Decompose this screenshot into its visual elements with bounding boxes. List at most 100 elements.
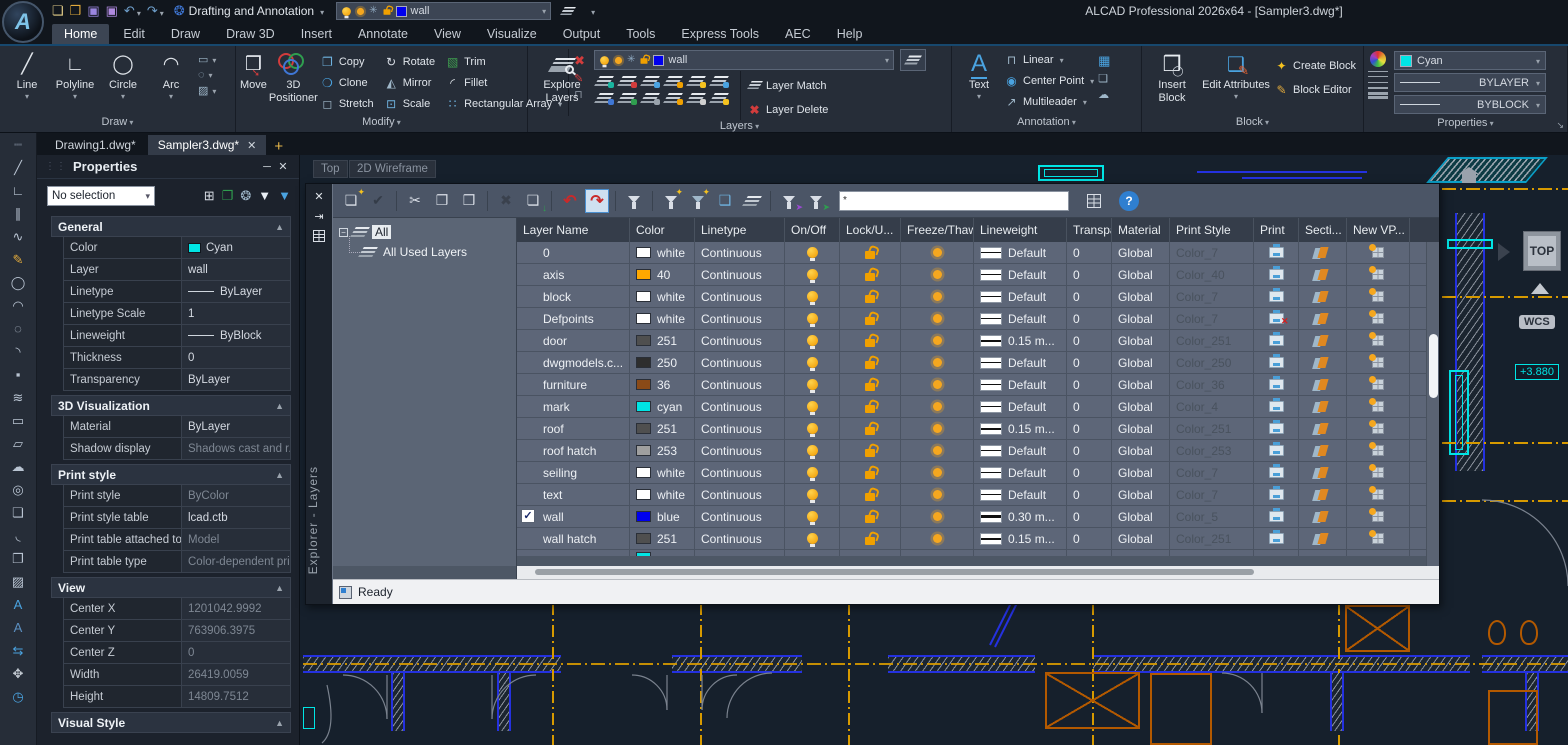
lock-cell[interactable] [840,374,901,395]
layer-row[interactable]: door251Continuous0.15 m...0GlobalColor_2… [517,330,1439,352]
new-drawing-icon[interactable]: ❏ [52,3,64,19]
property-value[interactable]: ByLayer [182,416,290,437]
column-header[interactable]: Print [1254,218,1299,242]
collapse-icon[interactable]: − [339,228,348,237]
scale-button[interactable]: ⊡Scale [384,93,435,114]
freeze-cell[interactable] [901,264,974,285]
lock-cell[interactable] [840,286,901,307]
save-icon[interactable]: ▣ [87,3,99,19]
tree-toggle-icon[interactable] [310,228,328,244]
column-header[interactable]: Freeze/Thaw [901,218,974,242]
layers-panel-label[interactable]: Layers [528,120,951,132]
section-cell[interactable] [1299,396,1347,417]
rectangle-tool-icon[interactable]: ▭ [198,53,216,66]
paste-button[interactable]: ❒ [457,189,481,213]
layer-row[interactable]: textwhiteContinuousDefault0GlobalColor_7 [517,484,1439,506]
close-icon[interactable]: ✕ [275,160,291,173]
property-value[interactable]: Color-dependent pri... [182,551,290,572]
new-viewport-cell[interactable] [1347,418,1410,439]
lock-cell[interactable] [840,330,901,351]
layer-row[interactable]: blockwhiteContinuousDefault0GlobalColor_… [517,286,1439,308]
multileader-button[interactable]: ↗Multileader [1004,91,1094,112]
property-value[interactable]: wall [182,259,290,280]
layer-color-cell[interactable]: 40 [630,264,695,285]
filter-selection-icon[interactable]: ▼ [278,188,291,204]
minimize-icon[interactable]: ─ [259,161,275,173]
lineweight-cell[interactable]: Default [974,308,1067,329]
on-off-cell[interactable] [785,374,840,395]
freeze-cell[interactable] [901,506,974,527]
layer-search-input[interactable] [839,191,1069,211]
freehand-icon[interactable]: ✎ [5,250,31,269]
freeze-cell[interactable] [901,286,974,307]
donut-icon[interactable]: ◎ [5,480,31,499]
column-header[interactable]: Lock/U... [840,218,901,242]
property-value[interactable]: 0 [182,642,290,663]
block-editor-button[interactable]: ✎Block Editor [1274,79,1356,100]
on-off-cell[interactable] [785,352,840,373]
freeze-cell[interactable] [901,418,974,439]
layer-row[interactable]: markcyanContinuousDefault0GlobalColor_4 [517,396,1439,418]
lock-cell[interactable] [840,352,901,373]
doc-tab[interactable]: Sampler3.dwg*✕ [148,135,267,155]
freeze-cell[interactable] [901,440,974,461]
circle-button[interactable]: ◯Circle▾ [100,49,146,116]
property-value[interactable]: ByLayer [182,369,290,390]
layer-color-cell[interactable]: white [630,308,695,329]
menu-tab-output[interactable]: Output [551,24,613,44]
arc-button[interactable]: ◠Arc▾ [148,49,194,116]
new-viewport-cell[interactable] [1347,440,1410,461]
nav-cube[interactable]: TOP [1523,231,1561,271]
property-value[interactable]: ByLayer [182,281,290,302]
section-cell[interactable] [1299,418,1347,439]
redo-button[interactable]: ↷ [585,189,609,213]
layer-color-cell[interactable]: white [630,484,695,505]
horizontal-scrollbar[interactable] [517,566,1439,579]
new-viewport-cell[interactable] [1347,242,1410,263]
menu-tab-insert[interactable]: Insert [289,24,344,44]
layer-filter-icon[interactable] [561,4,575,19]
new-layer-button[interactable]: ❏✦ [339,189,363,213]
properties-panel-label[interactable]: Properties [1364,117,1567,132]
cloud-icon[interactable]: ☁ [5,457,31,476]
section-header[interactable]: General▲ [51,216,291,237]
lock-cell[interactable] [840,242,901,263]
line-button[interactable]: ╱Line▾ [4,49,50,116]
ellipse-arc-icon[interactable]: ◝ [5,342,31,361]
print-cell[interactable] [1254,506,1299,527]
lock-cell[interactable] [840,308,901,329]
column-header[interactable]: Secti... [1299,218,1347,242]
layer-on-icon[interactable] [686,74,706,87]
polygon-icon[interactable]: ▱ [5,434,31,453]
on-off-cell[interactable] [785,462,840,483]
add-to-selection-icon[interactable]: ❐ [222,188,234,204]
section-cell[interactable] [1299,506,1347,527]
home-view-icon[interactable] [1462,174,1476,183]
invert-filter-button[interactable]: ➤ [777,189,801,213]
hatch-tool-icon[interactable]: ▨ [198,84,216,97]
property-value[interactable]: 1201042.9992 [182,598,290,619]
on-off-cell[interactable] [785,242,840,263]
freeze-cell[interactable] [901,396,974,417]
column-header[interactable]: Material [1112,218,1170,242]
section-cell[interactable] [1299,242,1347,263]
view-control-chip[interactable]: Top [313,160,348,178]
section-header[interactable]: Visual Style▲ [51,712,291,733]
menu-tab-annotate[interactable]: Annotate [346,24,420,44]
print-cell[interactable] [1254,418,1299,439]
menu-tab-tools[interactable]: Tools [614,24,667,44]
property-value[interactable]: 763906.3975 [182,620,290,641]
lineweight-cell[interactable]: 0.15 m... [974,330,1067,351]
spline-icon[interactable]: ∿ [5,227,31,246]
layer-states-button[interactable]: ❑ [713,189,737,213]
draw-panel-label[interactable]: Draw [0,116,235,132]
property-value[interactable]: 14809.7512 [182,686,290,707]
new-group-filter-button[interactable]: ✦ [686,189,710,213]
property-value[interactable]: lcad.ctb [182,507,290,528]
fillet-tool-icon[interactable]: ◟ [5,526,31,545]
apply-filter-button[interactable]: ➤ [804,189,828,213]
lineweight-cell[interactable]: 0.15 m... [974,418,1067,439]
property-value[interactable]: Model [182,529,290,550]
mtext-icon[interactable]: A [5,618,31,637]
print-cell[interactable] [1254,286,1299,307]
